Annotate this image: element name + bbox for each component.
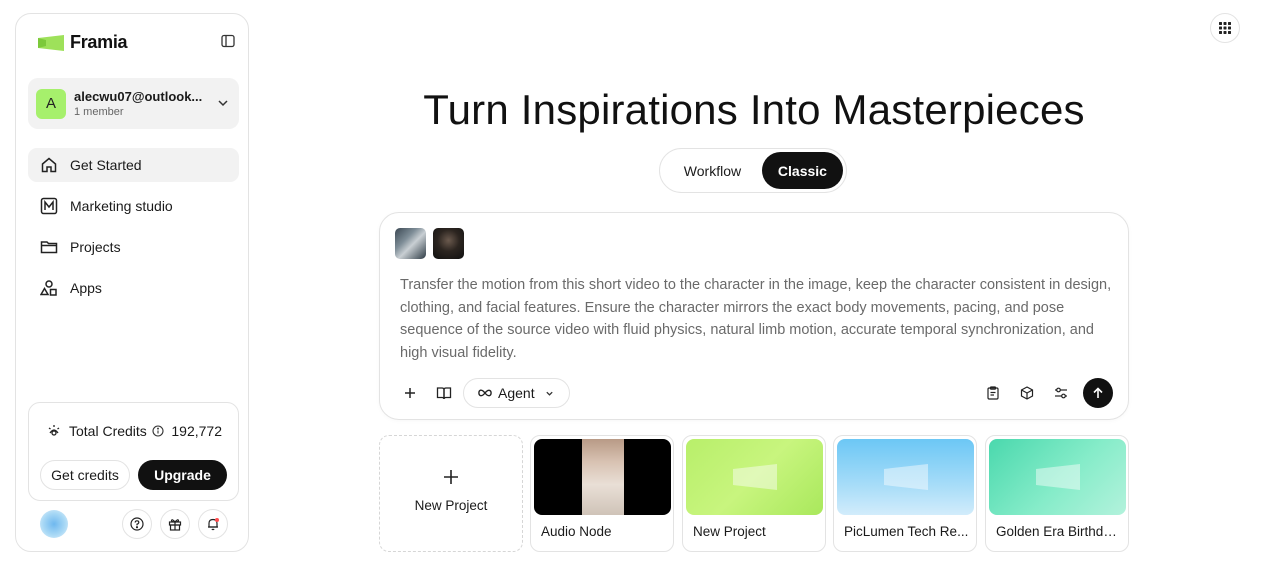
user-avatar[interactable] [40, 510, 68, 538]
framia-logo-icon [883, 464, 928, 490]
project-title: Golden Era Birthda... [996, 524, 1122, 539]
book-icon [436, 387, 452, 400]
project-thumbnail [989, 439, 1126, 515]
credits-label: Total Credits [69, 423, 147, 439]
sidebar-nav: Get Started Marketing studio Projects Ap… [28, 148, 239, 312]
account-members: 1 member [74, 106, 124, 118]
agent-selector[interactable]: Agent [463, 378, 570, 408]
credits-summary: Total Credits 192,772 [47, 423, 222, 439]
sidebar-item-label: Projects [70, 239, 121, 255]
library-button[interactable] [430, 379, 458, 407]
project-card[interactable]: Audio Node [530, 435, 674, 552]
notifications-button[interactable] [198, 509, 228, 539]
prompt-input[interactable]: Transfer the motion from this short vide… [400, 274, 1115, 364]
attachment-thumbnail-image[interactable] [433, 228, 464, 259]
brand-logo[interactable]: Framia [38, 32, 128, 53]
sliders-icon [1055, 387, 1067, 399]
framia-logo-icon [38, 34, 64, 51]
help-icon [130, 517, 144, 531]
sidebar-toggle-icon [221, 34, 235, 48]
prompt-composer: Transfer the motion from this short vide… [379, 212, 1129, 420]
project-thumbnail [837, 439, 974, 515]
sidebar-collapse-button[interactable] [220, 33, 236, 49]
sidebar-item-marketing-studio[interactable]: Marketing studio [28, 189, 239, 223]
m-square-icon [40, 197, 58, 215]
plus-icon [444, 470, 458, 484]
sidebar: Framia A alecwu07@outlook... 1 member Ge… [15, 13, 249, 552]
project-thumbnail [534, 439, 671, 515]
gift-button[interactable] [160, 509, 190, 539]
clipboard-button[interactable] [979, 379, 1007, 407]
project-thumbnail [686, 439, 823, 515]
model-3d-button[interactable] [1013, 379, 1041, 407]
project-card[interactable]: Golden Era Birthda... [985, 435, 1129, 552]
arrow-up-icon [1093, 387, 1103, 398]
plus-icon [405, 388, 415, 398]
project-title: PicLumen Tech Re... [844, 524, 969, 539]
chevron-down-icon [545, 391, 553, 396]
sidebar-footer [38, 509, 230, 539]
credits-card: Total Credits 192,772 Get credits Upgrad… [28, 402, 239, 501]
sidebar-item-projects[interactable]: Projects [28, 230, 239, 264]
tab-workflow[interactable]: Workflow [663, 152, 762, 189]
infinity-icon [478, 389, 492, 397]
grid-icon [1219, 22, 1231, 34]
new-project-label: New Project [414, 498, 488, 513]
framia-logo-icon [732, 464, 777, 490]
mode-toggle: Workflow Classic [659, 148, 847, 193]
account-info: alecwu07@outlook... 1 member [74, 89, 202, 118]
project-title: New Project [693, 524, 766, 539]
project-title: Audio Node [541, 524, 612, 539]
sidebar-item-get-started[interactable]: Get Started [28, 148, 239, 182]
sidebar-item-label: Marketing studio [70, 198, 173, 214]
sidebar-item-label: Get Started [70, 157, 142, 173]
chevron-down-icon [218, 100, 228, 107]
cube-icon [1020, 386, 1034, 400]
credits-value: 192,772 [171, 423, 222, 439]
info-circle-icon[interactable] [152, 425, 164, 437]
settings-sliders-button[interactable] [1047, 379, 1075, 407]
sidebar-item-label: Apps [70, 280, 102, 296]
clipboard-icon [987, 386, 999, 400]
project-card[interactable]: PicLumen Tech Re... [833, 435, 977, 552]
person-photo [581, 439, 624, 515]
new-project-card[interactable]: New Project [379, 435, 523, 552]
bell-icon [208, 518, 219, 531]
account-switcher[interactable]: A alecwu07@outlook... 1 member [28, 78, 239, 129]
page-title: Turn Inspirations Into Masterpieces [423, 86, 1085, 133]
apps-grid-button[interactable] [1210, 13, 1240, 43]
upgrade-button[interactable]: Upgrade [138, 460, 227, 490]
get-credits-button[interactable]: Get credits [40, 460, 130, 490]
agent-label: Agent [498, 385, 535, 401]
brand-name: Framia [70, 32, 128, 52]
shapes-icon [40, 279, 58, 297]
attachment-thumbnail-video[interactable] [395, 228, 426, 259]
framia-logo-icon [1035, 464, 1080, 490]
folder-icon [40, 238, 58, 256]
send-button[interactable] [1083, 378, 1113, 408]
credits-icon [48, 425, 60, 436]
help-button[interactable] [122, 509, 152, 539]
tab-classic[interactable]: Classic [761, 152, 843, 189]
sidebar-item-apps[interactable]: Apps [28, 271, 239, 305]
account-avatar: A [36, 88, 66, 119]
home-icon [40, 156, 58, 174]
account-email: alecwu07@outlook... [74, 89, 203, 104]
project-card[interactable]: New Project [682, 435, 826, 552]
gift-icon [168, 519, 182, 531]
add-attachment-button[interactable] [396, 379, 424, 407]
